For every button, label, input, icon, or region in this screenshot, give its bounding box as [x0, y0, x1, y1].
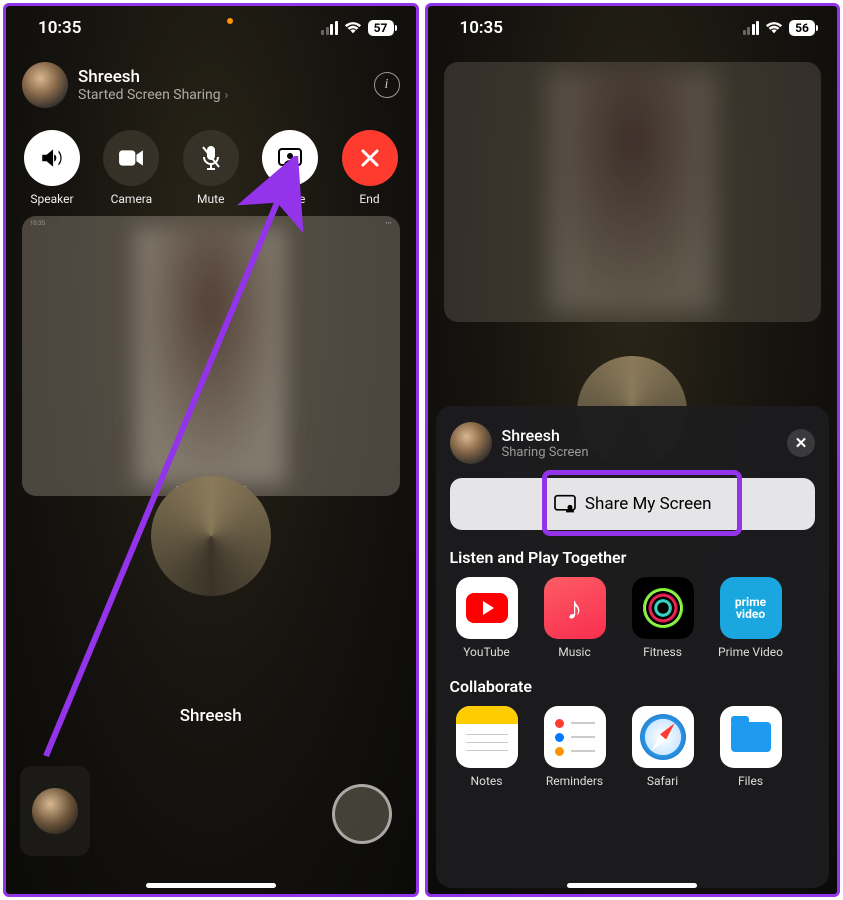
youtube-label: YouTube	[463, 645, 510, 659]
notes-label: Notes	[471, 774, 503, 788]
home-indicator[interactable]	[146, 883, 276, 888]
call-controls: Speaker Camera Mute Share	[18, 130, 404, 206]
wifi-icon	[765, 21, 783, 35]
caller-avatar	[450, 422, 492, 464]
prime-video-app-icon[interactable]: primevideo	[720, 577, 782, 639]
shared-screen-preview[interactable]: 10:35•••	[22, 216, 400, 496]
files-label: Files	[738, 774, 763, 788]
end-call-button[interactable]	[342, 130, 398, 186]
share-my-screen-button[interactable]: Share My Screen	[450, 478, 816, 530]
listen-play-title: Listen and Play Together	[450, 548, 816, 567]
status-bar: 10:35 56	[428, 14, 838, 42]
end-label: End	[359, 192, 379, 206]
participant-name-label: Shreesh	[6, 706, 416, 726]
reminders-label: Reminders	[546, 774, 603, 788]
files-app-icon[interactable]	[720, 706, 782, 768]
shareplay-sheet: Shreesh Sharing Screen ✕ Share My Screen…	[436, 406, 830, 888]
self-avatar	[32, 788, 78, 834]
self-view-pip[interactable]	[20, 766, 90, 856]
shared-screen-preview[interactable]	[444, 62, 822, 322]
participant-avatar-large	[151, 476, 271, 596]
shareplay-icon	[553, 494, 577, 514]
prime-video-label: Prime Video	[718, 645, 783, 659]
mute-button[interactable]	[183, 130, 239, 186]
camera-label: Camera	[111, 192, 153, 206]
safari-app-icon[interactable]	[632, 706, 694, 768]
left-screenshot: 10:35 57 Shreesh Started Screen Sharing …	[3, 3, 419, 897]
safari-label: Safari	[647, 774, 678, 788]
info-button[interactable]: i	[374, 72, 400, 98]
status-bar: 10:35 57	[6, 14, 416, 42]
share-button[interactable]	[262, 130, 318, 186]
battery-indicator: 56	[789, 20, 815, 36]
collaborate-title: Collaborate	[450, 677, 816, 696]
shareplay-icon	[276, 146, 304, 170]
right-screenshot: 10:35 56 Shreesh Sharing Screen ✕	[425, 3, 841, 897]
listen-play-apps: YouTube Music Fitness primevideo Prime V…	[450, 577, 816, 659]
caller-avatar	[22, 62, 68, 108]
music-label: Music	[558, 645, 590, 659]
effects-button[interactable]	[332, 784, 392, 844]
close-x-icon	[359, 147, 381, 169]
reminders-app-icon[interactable]	[544, 706, 606, 768]
battery-indicator: 57	[368, 20, 394, 36]
fitness-app-icon[interactable]	[632, 577, 694, 639]
fitness-label: Fitness	[643, 645, 682, 659]
music-app-icon[interactable]	[544, 577, 606, 639]
wifi-icon	[344, 21, 362, 35]
caller-subtitle: Started Screen Sharing ›	[78, 87, 228, 103]
cellular-signal-icon	[321, 21, 338, 35]
mic-off-icon	[200, 145, 222, 171]
close-sheet-button[interactable]: ✕	[787, 429, 815, 457]
status-time: 10:35	[38, 18, 81, 38]
speaker-label: Speaker	[30, 192, 73, 206]
home-indicator[interactable]	[567, 883, 697, 888]
caller-name: Shreesh	[78, 67, 228, 87]
cellular-signal-icon	[743, 21, 760, 35]
video-camera-icon	[118, 148, 144, 168]
caller-header[interactable]: Shreesh Started Screen Sharing › i	[22, 62, 400, 108]
sheet-caller-name: Shreesh	[502, 426, 589, 445]
speaker-button[interactable]	[24, 130, 80, 186]
chevron-right-icon: ›	[225, 88, 229, 102]
sheet-caller-subtitle: Sharing Screen	[502, 445, 589, 460]
notes-app-icon[interactable]	[456, 706, 518, 768]
camera-button[interactable]	[103, 130, 159, 186]
youtube-app-icon[interactable]	[456, 577, 518, 639]
mute-label: Mute	[197, 192, 224, 206]
speaker-icon	[39, 145, 65, 171]
share-label: Share	[275, 192, 306, 206]
status-time: 10:35	[460, 18, 503, 38]
collaborate-apps: Notes Reminders Safari Files	[450, 706, 816, 788]
